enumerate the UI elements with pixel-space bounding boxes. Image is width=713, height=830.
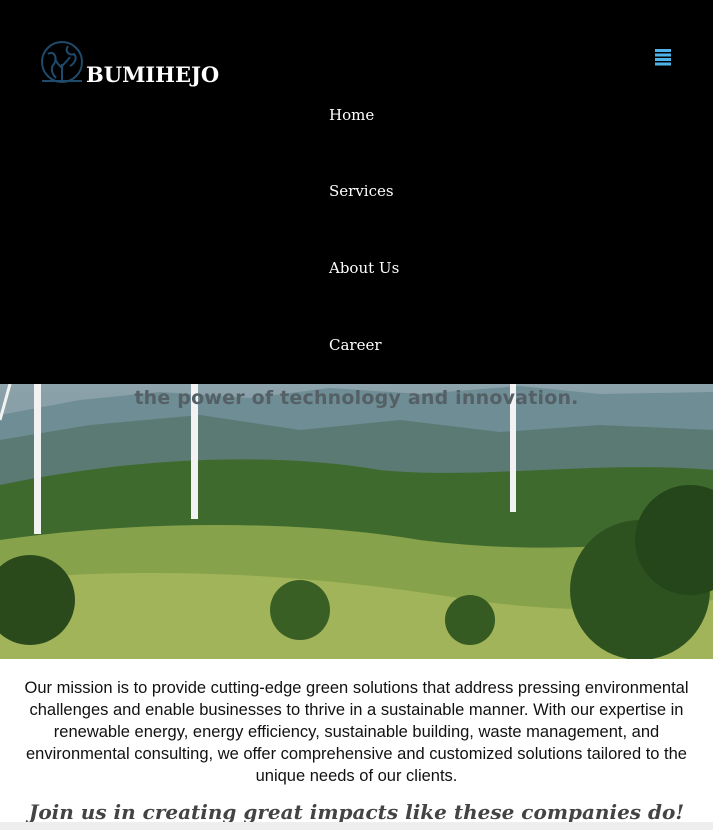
hero-tagline: the power of technology and innovation. [134,387,579,409]
brand-name: BUMIHEJO [86,62,220,87]
navbar: BUMIHEJO Home Services About Us Career [0,0,713,384]
mission-statement: Our mission is to provide cutting-edge g… [24,679,689,785]
hamburger-menu-icon[interactable] [655,49,671,66]
nav-link-about-us[interactable]: About Us [329,259,399,277]
nav-link-home[interactable]: Home [329,106,374,124]
partners-heading: Join us in creating great impacts like t… [28,800,685,824]
nav-link-career[interactable]: Career [329,336,382,354]
nav-link-services[interactable]: Services [329,182,394,200]
partners-section-edge [0,822,713,830]
globe-leaf-icon [40,40,84,88]
